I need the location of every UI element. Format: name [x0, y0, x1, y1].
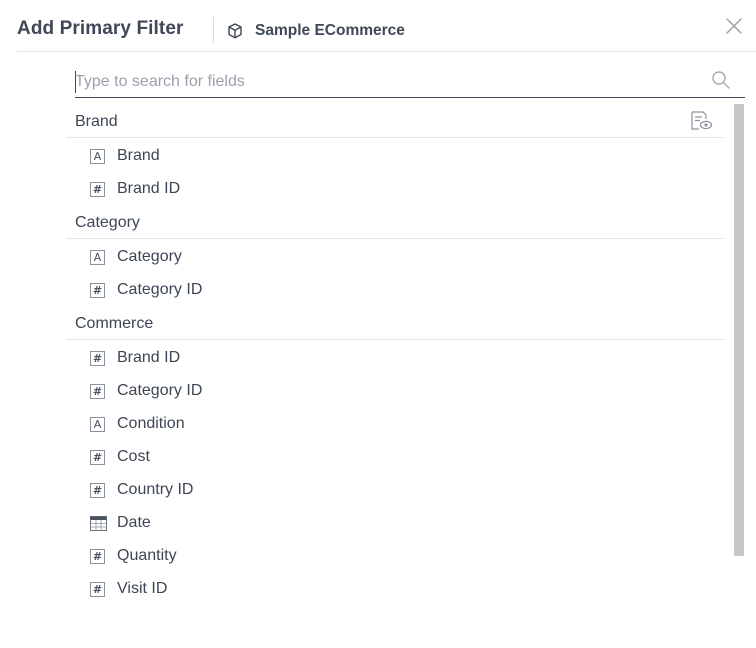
header-divider	[213, 17, 214, 43]
group-header-category: Category	[66, 206, 724, 239]
field-label: Visit ID	[117, 580, 168, 597]
calendar-icon	[90, 516, 107, 531]
field-label: Condition	[117, 415, 185, 432]
datasource-name: Sample ECommerce	[255, 22, 405, 39]
header-divider-line	[17, 51, 756, 52]
text-type-icon: A	[90, 250, 105, 265]
search-icon[interactable]	[711, 70, 731, 90]
scrollbar[interactable]	[734, 104, 744, 556]
field-label: Country ID	[117, 481, 194, 498]
cube-icon	[228, 23, 242, 39]
field-item[interactable]: Date	[66, 507, 724, 540]
group-header-brand: Brand	[66, 105, 724, 138]
group-label: Commerce	[75, 315, 154, 332]
field-label: Brand ID	[117, 180, 181, 197]
number-type-icon: #	[90, 351, 105, 366]
text-type-icon: A	[90, 149, 105, 164]
field-item[interactable]: # Visit ID	[66, 573, 724, 606]
number-type-icon: #	[90, 283, 105, 298]
number-type-icon: #	[90, 182, 105, 197]
field-label: Brand ID	[117, 349, 181, 366]
field-label: Date	[117, 514, 151, 531]
field-label: Category	[117, 248, 182, 265]
field-item[interactable]: A Condition	[66, 408, 724, 441]
search-field[interactable]	[75, 66, 745, 98]
field-item[interactable]: # Brand ID	[66, 173, 724, 206]
field-label: Category ID	[117, 382, 203, 399]
field-item[interactable]: A Category	[66, 241, 724, 274]
field-label: Cost	[117, 448, 150, 465]
number-type-icon: #	[90, 549, 105, 564]
search-input[interactable]	[75, 70, 695, 94]
preview-eye-icon[interactable]	[689, 110, 713, 132]
dialog-header: Add Primary Filter Sample ECommerce	[0, 0, 756, 52]
field-item[interactable]: # Category ID	[66, 375, 724, 408]
number-type-icon: #	[90, 384, 105, 399]
number-type-icon: #	[90, 582, 105, 597]
close-icon[interactable]	[723, 15, 745, 37]
field-item[interactable]: A Brand	[66, 140, 724, 173]
field-label: Category ID	[117, 281, 203, 298]
group-label: Brand	[75, 113, 118, 130]
field-item[interactable]: # Country ID	[66, 474, 724, 507]
number-type-icon: #	[90, 483, 105, 498]
field-item[interactable]: # Cost	[66, 441, 724, 474]
number-type-icon: #	[90, 450, 105, 465]
dialog-title: Add Primary Filter	[17, 18, 184, 39]
field-label: Quantity	[117, 547, 177, 564]
field-item[interactable]: # Quantity	[66, 540, 724, 573]
group-header-commerce: Commerce	[66, 307, 724, 340]
field-item[interactable]: # Category ID	[66, 274, 724, 307]
field-list: Brand A Brand # Brand ID Category A Category # Ca…	[66, 105, 724, 625]
group-label: Category	[75, 214, 140, 231]
field-item[interactable]: # Brand ID	[66, 342, 724, 375]
text-type-icon: A	[90, 417, 105, 432]
field-label: Brand	[117, 147, 160, 164]
